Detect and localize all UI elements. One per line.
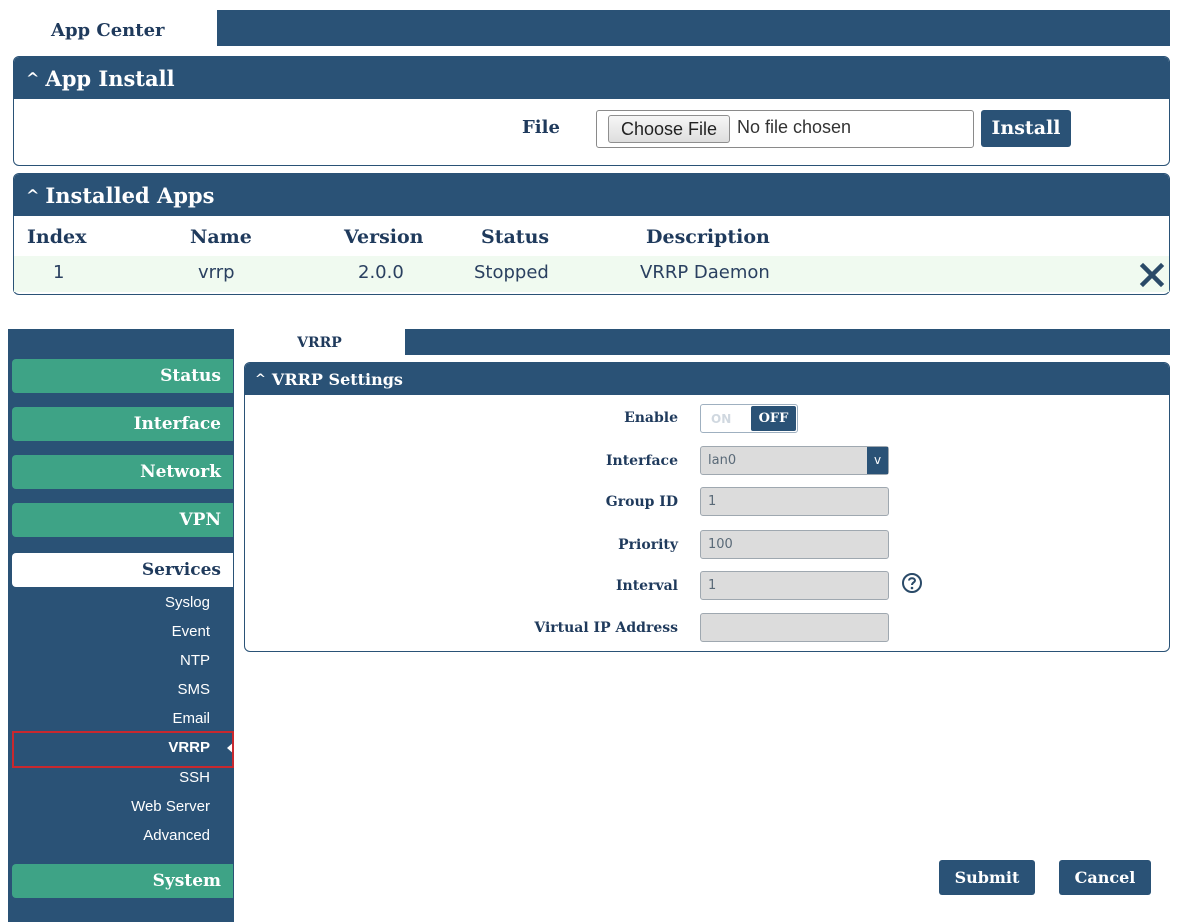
column-header-version: Version bbox=[344, 226, 424, 248]
vrrp-settings-header[interactable]: ^ VRRP Settings bbox=[245, 363, 1169, 395]
priority-field[interactable]: 100 bbox=[700, 530, 889, 559]
sidebar-subitem-web-server[interactable]: Web Server bbox=[12, 798, 210, 815]
column-header-name: Name bbox=[190, 226, 252, 248]
group-id-field[interactable]: 1 bbox=[700, 487, 889, 516]
table-row bbox=[14, 256, 1169, 292]
install-button[interactable]: Install bbox=[981, 110, 1071, 147]
sidebar-item-services[interactable]: Services bbox=[12, 553, 233, 587]
sidebar-item-system[interactable]: System bbox=[12, 864, 233, 898]
submit-button[interactable]: Submit bbox=[939, 860, 1035, 895]
file-label: File bbox=[522, 117, 560, 138]
cancel-button[interactable]: Cancel bbox=[1059, 860, 1151, 895]
interface-label: Interface bbox=[605, 453, 678, 469]
cell-status: Stopped bbox=[474, 262, 549, 283]
sidebar-subitem-email[interactable]: Email bbox=[12, 710, 210, 727]
cell-index: 1 bbox=[53, 262, 65, 283]
cell-version: 2.0.0 bbox=[358, 262, 404, 283]
app-install-header[interactable]: ^ App Install bbox=[14, 57, 1169, 99]
vrrp-settings-title: VRRP Settings bbox=[271, 370, 403, 389]
vrrp-highlight-box bbox=[12, 731, 234, 768]
sidebar-subitem-event[interactable]: Event bbox=[12, 623, 210, 640]
virtual-ip-field[interactable] bbox=[700, 613, 889, 642]
sidebar-subitem-ntp[interactable]: NTP bbox=[12, 652, 210, 669]
choose-file-button[interactable]: Choose File bbox=[608, 115, 730, 143]
interface-select[interactable]: lan0 bbox=[700, 446, 889, 475]
app-install-title: App Install bbox=[45, 66, 175, 91]
chevron-up-icon: ^ bbox=[26, 69, 40, 88]
interval-field[interactable]: 1 bbox=[700, 571, 889, 600]
priority-label: Priority bbox=[618, 537, 678, 553]
close-icon[interactable] bbox=[1139, 262, 1165, 288]
column-header-description: Description bbox=[646, 226, 770, 248]
installed-apps-title: Installed Apps bbox=[45, 183, 215, 208]
toggle-on-text: ON bbox=[711, 412, 732, 426]
enable-label: Enable bbox=[624, 410, 678, 426]
column-header-index: Index bbox=[27, 226, 87, 248]
interval-label: Interval bbox=[615, 578, 678, 594]
no-file-text: No file chosen bbox=[737, 117, 852, 137]
sidebar-item-status[interactable]: Status bbox=[12, 359, 233, 393]
tab-vrrp[interactable]: VRRP bbox=[234, 329, 405, 356]
cell-name: vrrp bbox=[198, 262, 235, 283]
help-icon[interactable] bbox=[901, 572, 923, 594]
chevron-down-icon[interactable]: v bbox=[867, 447, 888, 474]
installed-apps-header[interactable]: ^ Installed Apps bbox=[14, 174, 1169, 216]
toggle-off-text[interactable]: OFF bbox=[751, 406, 796, 431]
chevron-up-icon: ^ bbox=[26, 186, 40, 205]
chevron-up-icon: ^ bbox=[255, 372, 266, 387]
sidebar-item-interface[interactable]: Interface bbox=[12, 407, 233, 441]
sidebar-subitem-advanced[interactable]: Advanced bbox=[12, 827, 210, 844]
sidebar-subitem-sms[interactable]: SMS bbox=[12, 681, 210, 698]
sidebar-item-network[interactable]: Network bbox=[12, 455, 233, 489]
tab-app-center[interactable]: App Center bbox=[13, 10, 217, 46]
sidebar-subitem-syslog[interactable]: Syslog bbox=[12, 594, 210, 611]
virtual-ip-label: Virtual IP Address bbox=[534, 620, 678, 636]
cell-description: VRRP Daemon bbox=[640, 262, 770, 283]
sidebar-subitem-ssh[interactable]: SSH bbox=[12, 769, 210, 786]
column-header-status: Status bbox=[481, 226, 550, 248]
group-id-label: Group ID bbox=[605, 494, 678, 510]
sidebar-item-vpn[interactable]: VPN bbox=[12, 503, 233, 537]
